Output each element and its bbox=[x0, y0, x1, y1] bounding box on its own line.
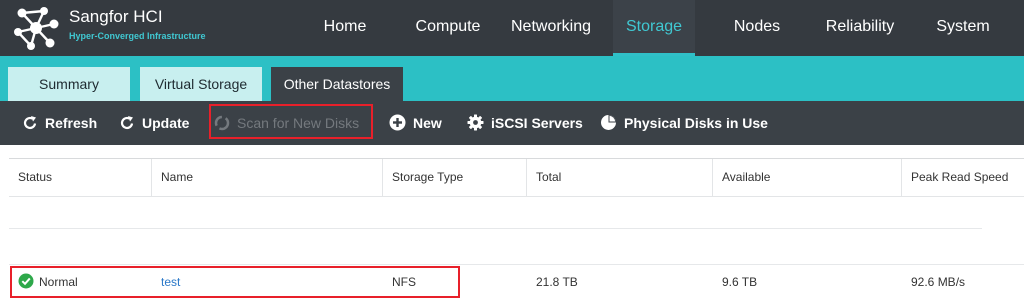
storage-type-cell: NFS bbox=[392, 275, 416, 289]
pie-chart-icon bbox=[601, 115, 616, 131]
nav-compute[interactable]: Compute bbox=[404, 0, 492, 56]
gear-icon bbox=[467, 114, 484, 131]
scan-label: Scan for New Disks bbox=[237, 115, 360, 131]
tab-summary[interactable]: Summary bbox=[8, 67, 130, 101]
row-divider bbox=[9, 228, 982, 229]
scan-for-new-disks-button[interactable]: Scan for New Disks bbox=[214, 101, 359, 145]
physical-disks-in-use-button[interactable]: Physical Disks in Use bbox=[600, 101, 768, 145]
nav-reliability[interactable]: Reliability bbox=[816, 0, 904, 56]
app-subtitle: Hyper-Converged Infrastructure bbox=[69, 31, 206, 41]
iscsi-label: iSCSI Servers bbox=[491, 115, 583, 131]
column-header-name[interactable]: Name bbox=[152, 159, 383, 196]
update-label: Update bbox=[142, 115, 190, 131]
physical-disks-label: Physical Disks in Use bbox=[624, 115, 768, 131]
update-button[interactable]: Update bbox=[119, 101, 189, 145]
spinner-icon bbox=[214, 115, 230, 131]
iscsi-servers-button[interactable]: iSCSI Servers bbox=[467, 101, 583, 145]
available-cell: 9.6 TB bbox=[722, 275, 758, 289]
table-row[interactable]: Normal test NFS 21.8 TB 9.6 TB 92.6 MB/s bbox=[9, 264, 1024, 300]
toolbar: Refresh Update Scan for New Disks New iS… bbox=[0, 101, 1024, 145]
nav-storage[interactable]: Storage bbox=[613, 0, 695, 56]
peak-read-speed-cell: 92.6 MB/s bbox=[911, 275, 966, 289]
grid-header: Status Name Storage Type Total Available… bbox=[9, 158, 1024, 197]
app-title: Sangfor HCI bbox=[69, 7, 163, 26]
plus-circle-icon bbox=[389, 114, 406, 131]
storage-tab-strip: Summary Virtual Storage Other Datastores bbox=[0, 56, 1024, 101]
tab-virtual-storage[interactable]: Virtual Storage bbox=[140, 67, 262, 101]
column-header-total[interactable]: Total bbox=[527, 159, 713, 196]
column-header-peak-read-speed[interactable]: Peak Read Speed bbox=[902, 159, 1024, 196]
refresh-label: Refresh bbox=[45, 115, 98, 131]
column-header-available[interactable]: Available bbox=[713, 159, 902, 196]
new-label: New bbox=[413, 115, 442, 131]
column-header-storage-type[interactable]: Storage Type bbox=[383, 159, 527, 196]
nav-system[interactable]: System bbox=[927, 0, 999, 56]
refresh-button[interactable]: Refresh bbox=[22, 101, 97, 145]
total-cell: 21.8 TB bbox=[536, 275, 578, 289]
status-text: Normal bbox=[39, 275, 78, 289]
nav-nodes[interactable]: Nodes bbox=[722, 0, 792, 56]
refresh-icon bbox=[120, 115, 134, 129]
sangfor-logo-icon bbox=[14, 7, 59, 50]
nav-home[interactable]: Home bbox=[309, 0, 381, 56]
status-cell: Normal bbox=[9, 264, 152, 300]
refresh-icon bbox=[23, 115, 37, 129]
check-circle-icon bbox=[18, 273, 34, 289]
column-header-status[interactable]: Status bbox=[9, 159, 152, 196]
top-navigation-bar: Sangfor HCI Hyper-Converged Infrastructu… bbox=[0, 0, 1024, 56]
tab-other-datastores[interactable]: Other Datastores bbox=[271, 67, 403, 101]
nav-networking[interactable]: Networking bbox=[505, 0, 597, 56]
new-button[interactable]: New bbox=[389, 101, 442, 145]
datastore-name-link[interactable]: test bbox=[152, 264, 383, 300]
